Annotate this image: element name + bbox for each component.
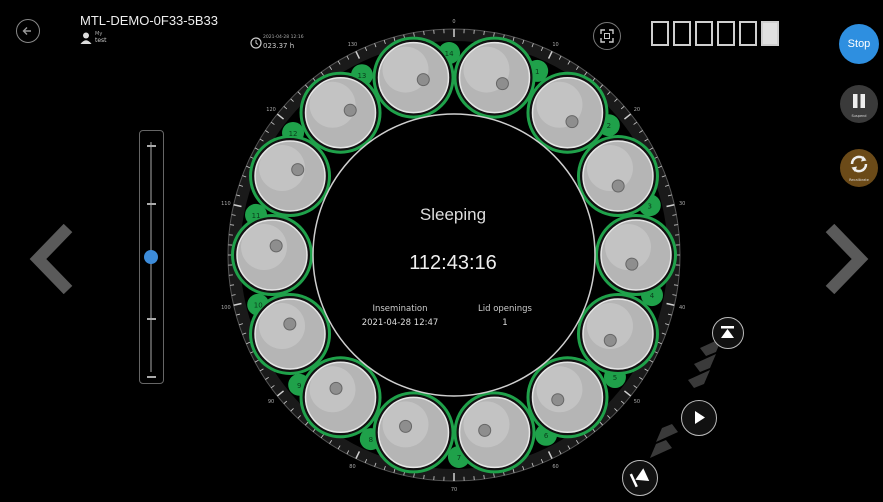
well-number: 4 [650,292,655,300]
well-number: 3 [648,202,652,210]
embryo [283,317,297,331]
embryo [416,73,430,87]
back-arrow-icon [22,27,31,35]
skip-start-icon [629,468,650,488]
slider-tick [147,318,156,320]
scale-tick [673,224,679,226]
scale-label: 130 [348,42,358,48]
scale-label: 110 [221,201,231,207]
scale-label: 0 [452,19,455,25]
scale-tick [483,474,485,480]
user-icon [80,32,92,44]
scale-tick [423,474,425,480]
well-number: 12 [289,130,298,138]
well-number: 11 [252,212,261,220]
scale-label: 30 [679,201,685,207]
slider-tick [147,376,156,378]
scale-tick [423,30,425,36]
skip-start-button[interactable] [622,460,658,496]
embryo [399,419,413,433]
chevron-right-icon[interactable] [822,224,870,294]
embryo [495,77,509,91]
back-button[interactable] [16,19,40,43]
well-number: 8 [369,436,373,444]
skip-end-icon [721,326,734,338]
pause-icon [853,94,865,108]
well-number: 13 [357,72,366,80]
recalibrate-label: Recalibrate [849,178,869,182]
well-number: 14 [445,50,454,58]
embryo [329,381,343,395]
play-button[interactable] [681,400,717,436]
slider-knob[interactable] [144,250,158,264]
dish-slot-active[interactable] [761,21,779,46]
scale-tick [483,30,485,36]
well-number: 1 [535,68,539,76]
dish-slot[interactable] [695,21,713,46]
suspend-button[interactable]: Suspend [840,85,878,123]
play-icon [695,411,705,424]
user-name: test [95,37,107,44]
embryo [343,103,357,117]
well-highlight [586,145,633,192]
scale-label: 70 [451,487,457,493]
dish-timer: 112:43:16 [409,252,497,274]
scale-label: 10 [552,42,558,48]
skip-end-button[interactable] [712,317,744,349]
insemination-value: 2021-04-28 12:47 [361,318,439,328]
well-number: 10 [254,302,263,310]
well-number: 2 [607,122,611,130]
device-id: MTL-DEMO-0F33-5B33 [80,13,218,28]
scale-tick [229,224,235,226]
slider-tick [147,203,156,205]
scale-label: 90 [268,399,274,405]
embryo [565,115,579,129]
embryo [269,239,283,253]
recalibrate-button[interactable]: Recalibrate [840,149,878,187]
scale-label: 20 [634,107,640,113]
back-chevrons-icon [650,424,678,458]
embryo [291,163,305,177]
well-highlight [259,302,306,349]
insemination-label: Insemination [372,304,428,314]
well-number: 9 [297,382,301,390]
dish-slot[interactable] [739,21,757,46]
embryo [478,423,492,437]
scale-tick [229,284,235,286]
embryo [611,179,625,193]
scale-label: 80 [349,464,355,470]
chevron-left-icon[interactable] [28,224,76,294]
refresh-icon [850,155,868,173]
scale-label: 100 [221,305,231,311]
dish-status: Sleeping [419,205,487,224]
well-number: 7 [457,454,461,462]
slider-tick [147,145,156,147]
suspend-label: Suspend [851,114,867,118]
embryo [625,257,639,271]
embryo [551,393,565,407]
well-number: 6 [544,432,549,440]
scale-label: 120 [266,107,276,113]
scale-tick [673,284,679,286]
dish-slot[interactable] [717,21,735,46]
lid-openings-label: Lid openings [478,304,532,314]
lid-openings-value: 1 [502,318,508,328]
scale-label: 60 [552,464,558,470]
stop-button[interactable]: Stop [839,24,879,64]
